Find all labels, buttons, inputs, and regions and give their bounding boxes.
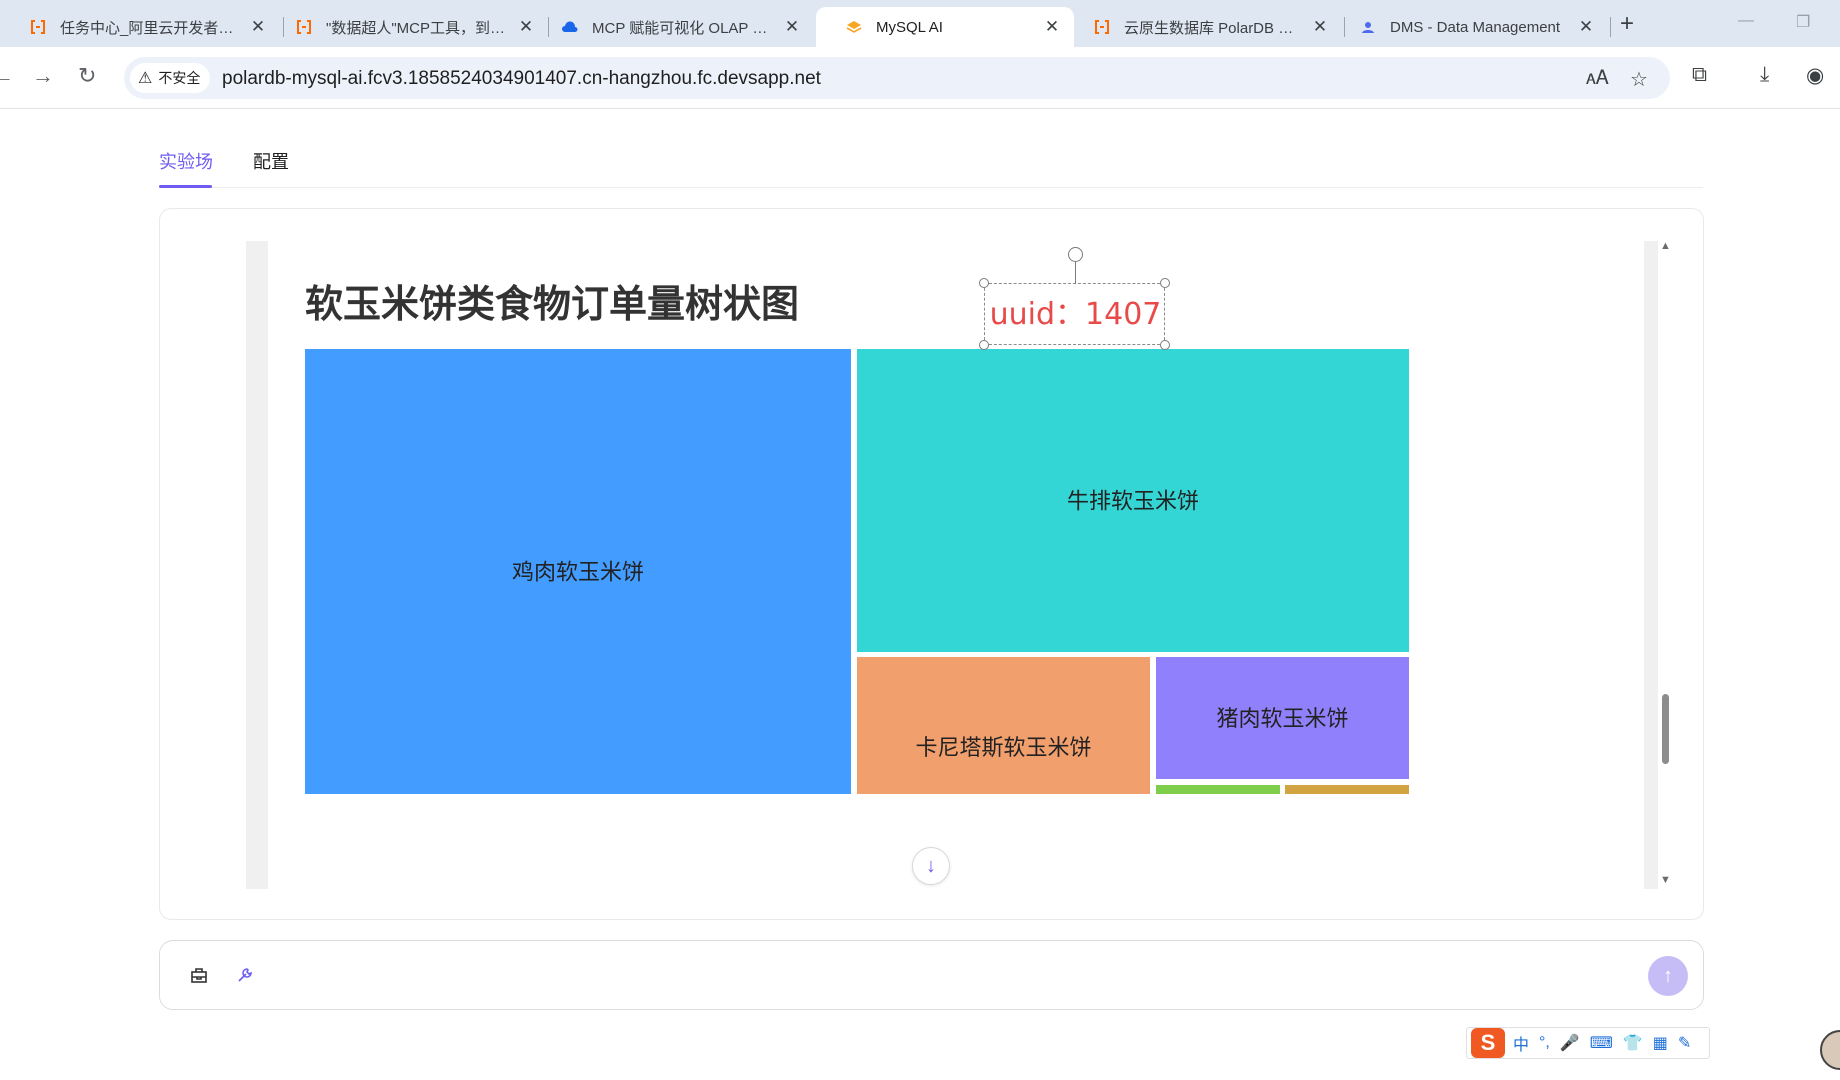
back-arrow-icon[interactable]: ←: [0, 63, 14, 89]
browser-toolbar: ← → ↻ ⚠ 不安全 polardb-mysql-ai.fcv3.185852…: [0, 47, 1840, 109]
treemap-node-label: 牛排软玉米饼: [1067, 490, 1199, 515]
canvas-frame: 软玉米饼类食物订单量树状图 鸡肉软玉米饼 牛排软玉米饼 卡尼塔斯软玉米饼 猪肉软玉米饼…: [246, 241, 1658, 889]
scroll-to-bottom-button[interactable]: ↓: [912, 847, 950, 885]
scroll-down-arrow-icon[interactable]: ▼: [1660, 874, 1671, 886]
close-icon[interactable]: ✕: [1578, 17, 1594, 37]
browser-tab-2[interactable]: "数据超人"MCP工具，到底是 ✕: [266, 7, 548, 47]
mic-icon[interactable]: 🎤: [1560, 1033, 1580, 1053]
browser-tab-1[interactable]: 任务中心_阿里云开发者社区 ✕: [0, 7, 280, 47]
grid-icon[interactable]: ▦: [1653, 1033, 1668, 1053]
cloud-icon: [562, 21, 578, 32]
send-button[interactable]: ↑: [1648, 956, 1688, 996]
browser-tab-3[interactable]: MCP 赋能可视化 OLAP 智能 ✕: [532, 7, 814, 47]
tab-label: 任务中心_阿里云开发者社区: [60, 19, 240, 37]
treemap-node-label: 鸡肉软玉米饼: [512, 561, 644, 586]
chart-panel: 软玉米饼类食物订单量树状图 鸡肉软玉米饼 牛排软玉米饼 卡尼塔斯软玉米饼 猪肉软玉米饼…: [159, 208, 1704, 920]
uuid-selection-box[interactable]: uuid：1407: [979, 247, 1170, 350]
tab-label: MySQL AI: [876, 18, 943, 36]
treemap-node-3[interactable]: [857, 657, 1150, 794]
reload-icon[interactable]: ↻: [78, 63, 96, 89]
profile-avatar-icon[interactable]: ◉: [1806, 63, 1824, 88]
browser-tab-active[interactable]: MySQL AI ✕: [816, 7, 1074, 47]
treemap-node-5[interactable]: [1156, 785, 1280, 794]
close-icon[interactable]: ✕: [1312, 17, 1328, 37]
browser-tabstrip: 任务中心_阿里云开发者社区 ✕ "数据超人"MCP工具，到底是 ✕ MCP 赋能…: [0, 0, 1840, 47]
aliyun-icon: [297, 20, 311, 34]
security-label: 不安全: [158, 70, 201, 86]
tab-playground[interactable]: 实验场: [159, 148, 213, 174]
treemap-chart: 鸡肉软玉米饼 牛排软玉米饼卡尼塔斯软玉米饼 猪肉软玉米饼: [305, 349, 1409, 794]
sogou-logo-icon[interactable]: S: [1471, 1028, 1505, 1058]
url-text[interactable]: polardb-mysql-ai.fcv3.1858524034901407.c…: [222, 68, 821, 90]
browser-tab-6[interactable]: DMS - Data Management ✕: [1330, 7, 1608, 47]
tab-separator: [1610, 17, 1611, 37]
dms-icon: [1362, 22, 1374, 33]
chat-input-bar[interactable]: ↑: [159, 940, 1704, 1010]
treemap-node-label: 猪肉软玉米饼: [1216, 707, 1348, 732]
close-icon[interactable]: ✕: [784, 17, 800, 37]
translate-icon[interactable]: 🗚: [1586, 67, 1609, 90]
ime-lang-toggle[interactable]: 中: [1513, 1031, 1529, 1055]
wrench-icon[interactable]: [236, 966, 254, 984]
tab-label: "数据超人"MCP工具，到底是: [326, 19, 508, 37]
security-chip[interactable]: ⚠ 不安全: [130, 63, 211, 93]
scroll-up-arrow-icon[interactable]: ▲: [1660, 240, 1671, 252]
tab-label: 云原生数据库 PolarDB 控制: [1124, 19, 1302, 37]
restore-icon[interactable]: ❐: [1796, 12, 1810, 32]
download-icon[interactable]: ⤓: [1760, 63, 1769, 87]
tab-label: DMS - Data Management: [1390, 18, 1561, 36]
forward-arrow-icon[interactable]: →: [32, 63, 54, 89]
shirt-icon[interactable]: 👕: [1623, 1033, 1643, 1053]
ime-toolbar: S 中 °, 🎤 ⌨ 👕 ▦ ✎: [1466, 1027, 1710, 1059]
canvas-scrollbar[interactable]: ▲ ▼: [1657, 240, 1675, 888]
aliyun-icon: [1095, 20, 1109, 34]
extensions-puzzle-icon[interactable]: ⧉: [1692, 63, 1707, 87]
browser-tab-5[interactable]: 云原生数据库 PolarDB 控制 ✕: [1064, 7, 1342, 47]
bookmark-star-icon[interactable]: ☆: [1630, 67, 1648, 92]
tab-config[interactable]: 配置: [253, 148, 289, 174]
layers-icon: [846, 21, 862, 33]
warning-triangle-icon: ⚠: [138, 70, 153, 87]
database-icon[interactable]: [190, 966, 208, 984]
treemap-node-6[interactable]: [1285, 785, 1409, 794]
close-icon[interactable]: ✕: [1044, 17, 1060, 37]
tab-label: MCP 赋能可视化 OLAP 智能: [592, 19, 774, 37]
minimize-icon[interactable]: —: [1738, 12, 1754, 30]
close-icon[interactable]: ✕: [250, 17, 266, 37]
assistant-avatar[interactable]: [1820, 1030, 1840, 1070]
aliyun-icon: [31, 20, 45, 34]
page-tab-bar: 实验场 配置: [159, 138, 1703, 188]
active-tab-indicator: [159, 185, 212, 188]
chart-canvas: 软玉米饼类食物订单量树状图 鸡肉软玉米饼 牛排软玉米饼 卡尼塔斯软玉米饼 猪肉软玉米饼…: [268, 241, 1644, 889]
ime-punct-toggle[interactable]: °,: [1539, 1034, 1550, 1052]
rotate-line: [1075, 262, 1076, 284]
keyboard-icon[interactable]: ⌨: [1590, 1033, 1613, 1053]
treemap-node-label: 卡尼塔斯软玉米饼: [915, 736, 1091, 761]
address-bar[interactable]: ⚠ 不安全 polardb-mysql-ai.fcv3.185852403490…: [124, 57, 1670, 99]
rotate-handle[interactable]: [1068, 247, 1083, 262]
scrollbar-thumb[interactable]: [1662, 694, 1669, 764]
uuid-label: uuid：1407: [989, 297, 1162, 332]
new-tab-plus-icon[interactable]: +: [1620, 10, 1634, 38]
tool-icon[interactable]: ✎: [1678, 1033, 1691, 1053]
